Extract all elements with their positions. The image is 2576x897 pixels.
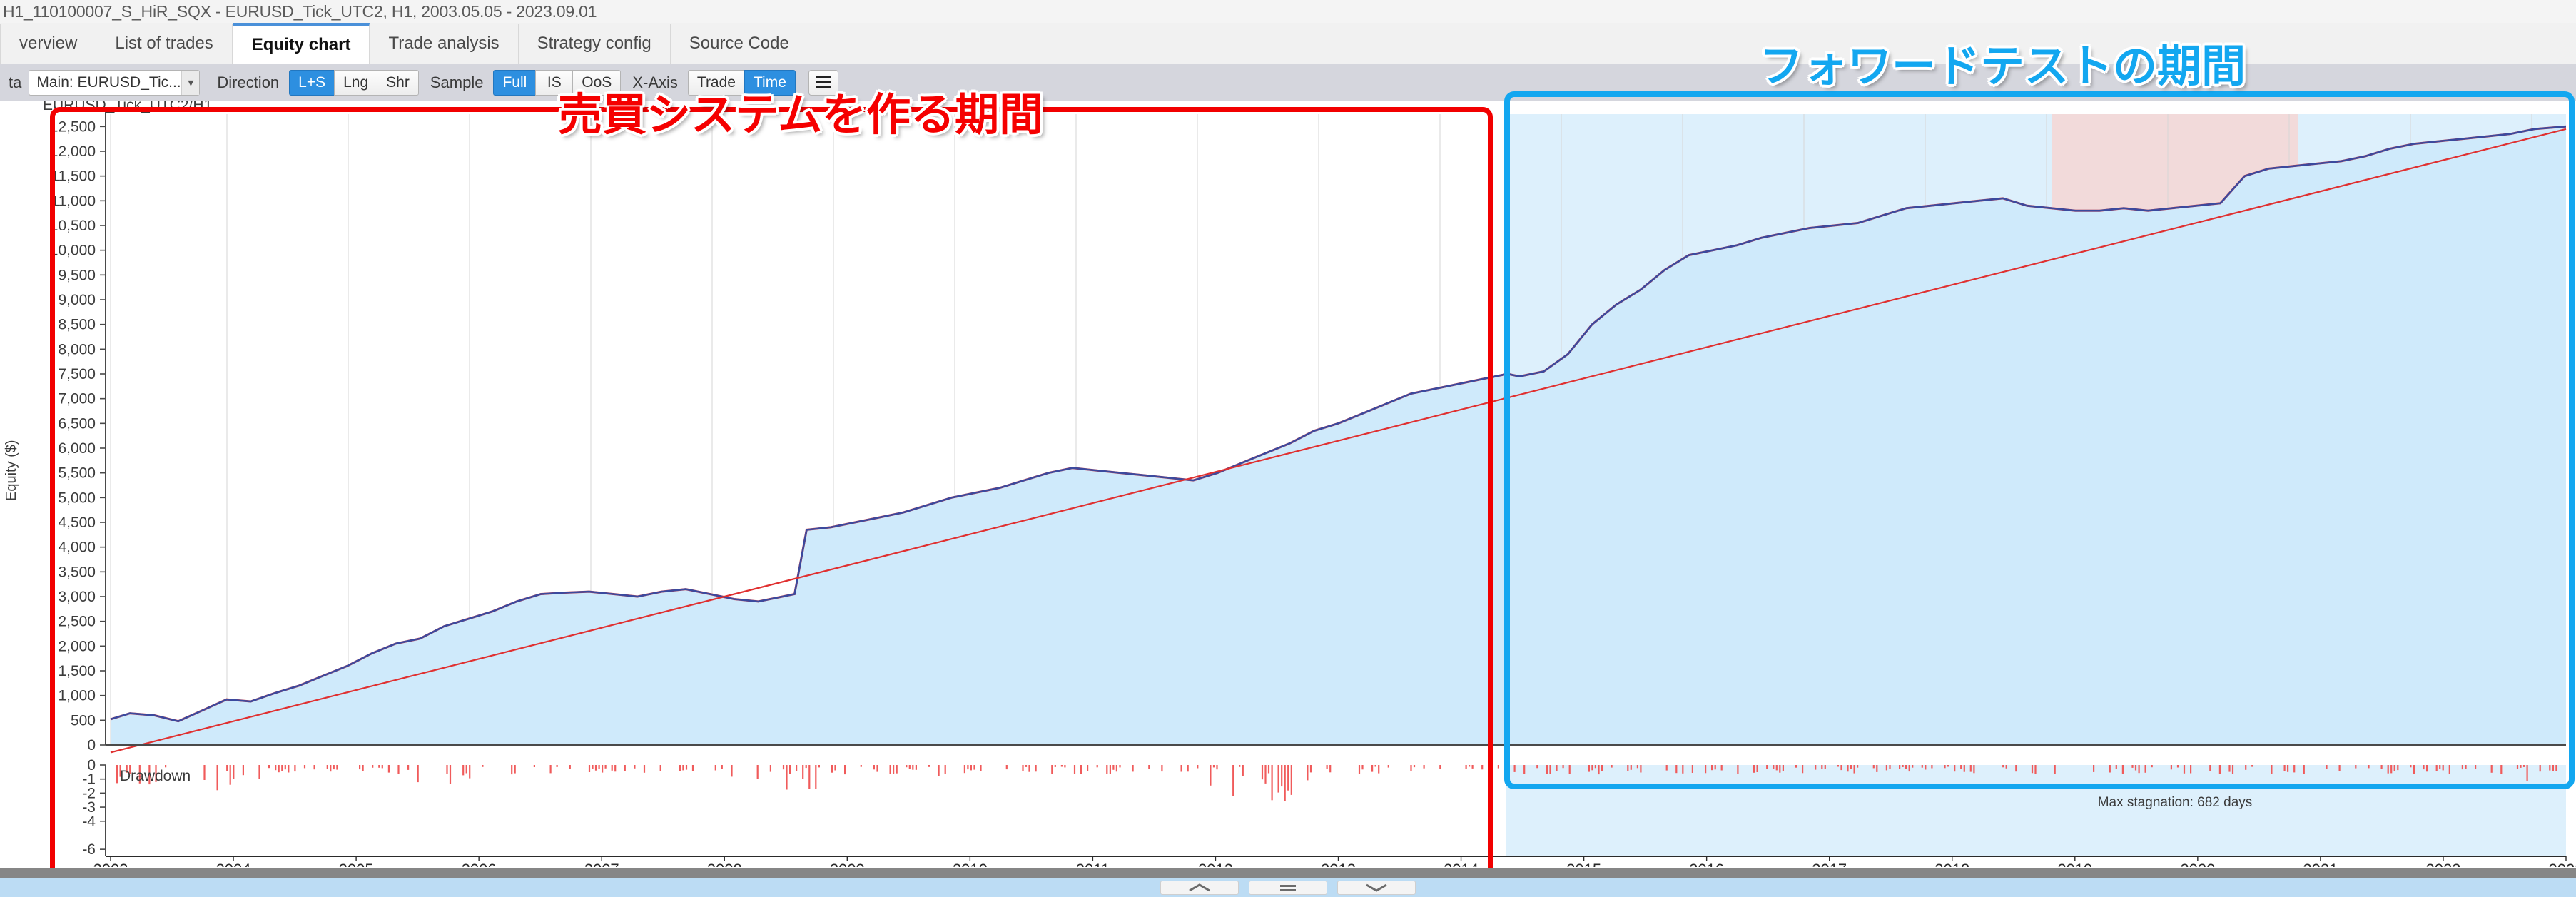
tab-label: Source Code [689, 34, 789, 53]
x-axis-tick-label: 2015 [1566, 861, 1601, 867]
x-axis-tick-label: 2018 [1934, 861, 1969, 867]
x-axis-tick-label: 2003 [93, 861, 128, 867]
tab-label: Equity chart [251, 35, 351, 54]
x-axis-tick-label: 2010 [953, 861, 988, 867]
data-source-value: Main: EURUSD_Tic... [36, 74, 181, 91]
x-axis-tick-labels: 2003 2004 2005 2006 2007 2008 2009 2010 2011 2012… [93, 856, 2576, 867]
y-axis-tick-label: 11,000 [51, 193, 96, 209]
tab-overview[interactable]: verview [0, 24, 97, 64]
x-axis-tick-label: 2011 [1076, 861, 1110, 867]
direction-option-shr[interactable]: Shr [377, 69, 419, 96]
bottom-gray-divider [0, 868, 2576, 878]
y-axis-tick-label: 1,000 [58, 688, 96, 704]
equity-chart-panel[interactable]: 12,500 12,000 11,500 11,000 10,500 10,000 9,50… [0, 101, 2576, 867]
tab-label: Strategy config [537, 34, 651, 53]
tab-strategy-config[interactable]: Strategy config [518, 24, 671, 64]
tab-list-of-trades[interactable]: List of trades [96, 24, 233, 64]
window-title: H1_110100007_S_HiR_SQX - EURUSD_Tick_UTC… [3, 1, 597, 21]
x-axis-tick-label: 2022 [2425, 861, 2460, 867]
chart-series-title: EURUSD_Tick_UTC2/H1 [43, 101, 212, 113]
y-axis-tick-label: 3,500 [58, 564, 96, 580]
sample-option-oos[interactable]: OoS [572, 69, 622, 96]
direction-option-lng[interactable]: Lng [334, 69, 377, 96]
y-axis-tick-label: 8,500 [58, 317, 96, 333]
y-axis-tick-label: 9,500 [58, 267, 96, 283]
x-axis-tick-label: 2017 [1812, 861, 1847, 867]
y-axis-tick-label: 12,000 [50, 143, 96, 160]
y-axis-tick-label: 2,000 [58, 638, 96, 654]
sample-label: Sample [430, 73, 484, 91]
y-axis-tick-label: 5,500 [58, 465, 96, 482]
xaxis-label: X-Axis [632, 73, 678, 91]
data-label: ta [9, 73, 22, 91]
equity-chart-svg: 12,500 12,000 11,500 11,000 10,500 10,000 9,50… [4, 101, 2576, 867]
y-axis-tick-label: 8,000 [58, 341, 96, 358]
hamburger-menu-icon[interactable] [808, 69, 838, 96]
x-axis-tick-label: 2008 [707, 861, 742, 867]
equals-icon[interactable] [1249, 880, 1327, 895]
drawdown-y-axis-ticks: 0-1-2-3-4-6 [82, 757, 106, 858]
y-axis-tick-label: 4,500 [58, 515, 96, 531]
chevron-down-icon[interactable] [1337, 880, 1416, 895]
y-axis-tick-label: 0 [87, 737, 96, 754]
x-axis-tick-label: 2021 [2303, 861, 2338, 867]
y-axis-tick-label: 7,500 [58, 366, 96, 382]
x-axis-tick-label: 2016 [1689, 861, 1724, 867]
data-source-select[interactable]: Main: EURUSD_Tic... ▾ [29, 69, 201, 96]
x-axis-tick-label: 2005 [339, 861, 374, 867]
tab-label: List of trades [115, 34, 213, 53]
y-axis-tick-label: 9,000 [58, 292, 96, 308]
tab-strip: verview List of trades Equity chart Trad… [0, 23, 2576, 64]
x-axis-tick-label: 2020 [2180, 861, 2215, 867]
x-axis-tick-label: 2023 [2549, 861, 2576, 867]
tab-label: verview [19, 34, 78, 53]
y-axis-tick-label: 10,000 [50, 243, 96, 259]
xaxis-option-time[interactable]: Time [744, 69, 796, 96]
direction-label: Direction [217, 73, 280, 91]
sample-option-full[interactable]: Full [493, 69, 536, 96]
drawdown-tick-label: -6 [82, 841, 96, 858]
y-axis-tick-label: 3,000 [58, 589, 96, 605]
bottom-toolbar [0, 878, 2576, 897]
y-axis-title: Equity ($) [4, 440, 19, 501]
direction-option-ls[interactable]: L+S [289, 69, 335, 96]
x-axis-tick-label: 2012 [1198, 861, 1233, 867]
y-axis-tick-label: 11,500 [51, 168, 96, 185]
y-axis-tick-label: 2,500 [58, 614, 96, 630]
chevron-up-icon[interactable] [1160, 880, 1239, 895]
xaxis-option-trade[interactable]: Trade [687, 69, 744, 96]
y-axis-tick-label: 6,000 [58, 440, 96, 457]
x-axis-tick-label: 2014 [1444, 861, 1479, 867]
tab-label: Trade analysis [388, 34, 500, 53]
y-axis-tick-label: 10,500 [50, 218, 96, 234]
max-stagnation-label: Max stagnation: 682 days [2098, 795, 2253, 810]
tab-trade-analysis[interactable]: Trade analysis [370, 24, 519, 64]
y-axis-tick-label: 500 [71, 712, 96, 729]
sample-option-is[interactable]: IS [535, 69, 573, 96]
x-axis-tick-label: 2007 [584, 861, 619, 867]
window-titlebar: H1_110100007_S_HiR_SQX - EURUSD_Tick_UTC… [0, 0, 2576, 23]
y-axis-tick-label: 6,500 [58, 415, 96, 432]
x-axis-tick-label: 2006 [462, 861, 497, 867]
y-axis-tick-label: 12,500 [50, 118, 96, 135]
chart-toolbar: ta Main: EURUSD_Tic... ▾ Direction L+S L… [0, 64, 2576, 101]
x-axis-tick-label: 2013 [1321, 861, 1356, 867]
sample-segmented-control: Full IS OoS [493, 69, 622, 96]
chevron-down-icon: ▾ [181, 70, 200, 95]
x-axis-tick-label: 2019 [2057, 861, 2092, 867]
y-axis-tick-label: 7,000 [58, 391, 96, 407]
drawdown-tick-label: -4 [82, 814, 96, 830]
drawdown-label: Drawdown [120, 768, 191, 784]
tab-source-code[interactable]: Source Code [670, 24, 808, 64]
x-axis-tick-label: 2009 [830, 861, 865, 867]
y-axis-tick-label: 4,000 [58, 539, 96, 556]
xaxis-segmented-control: Trade Time [687, 69, 796, 96]
direction-segmented-control: L+S Lng Shr [289, 69, 419, 96]
y-axis-ticks: 12,500 12,000 11,500 11,000 10,500 10,000 9,50… [50, 118, 106, 754]
y-axis-tick-label: 5,000 [58, 490, 96, 506]
tab-equity-chart[interactable]: Equity chart [232, 23, 370, 64]
x-axis-tick-label: 2004 [216, 861, 251, 867]
y-axis-tick-label: 1,500 [58, 663, 96, 679]
